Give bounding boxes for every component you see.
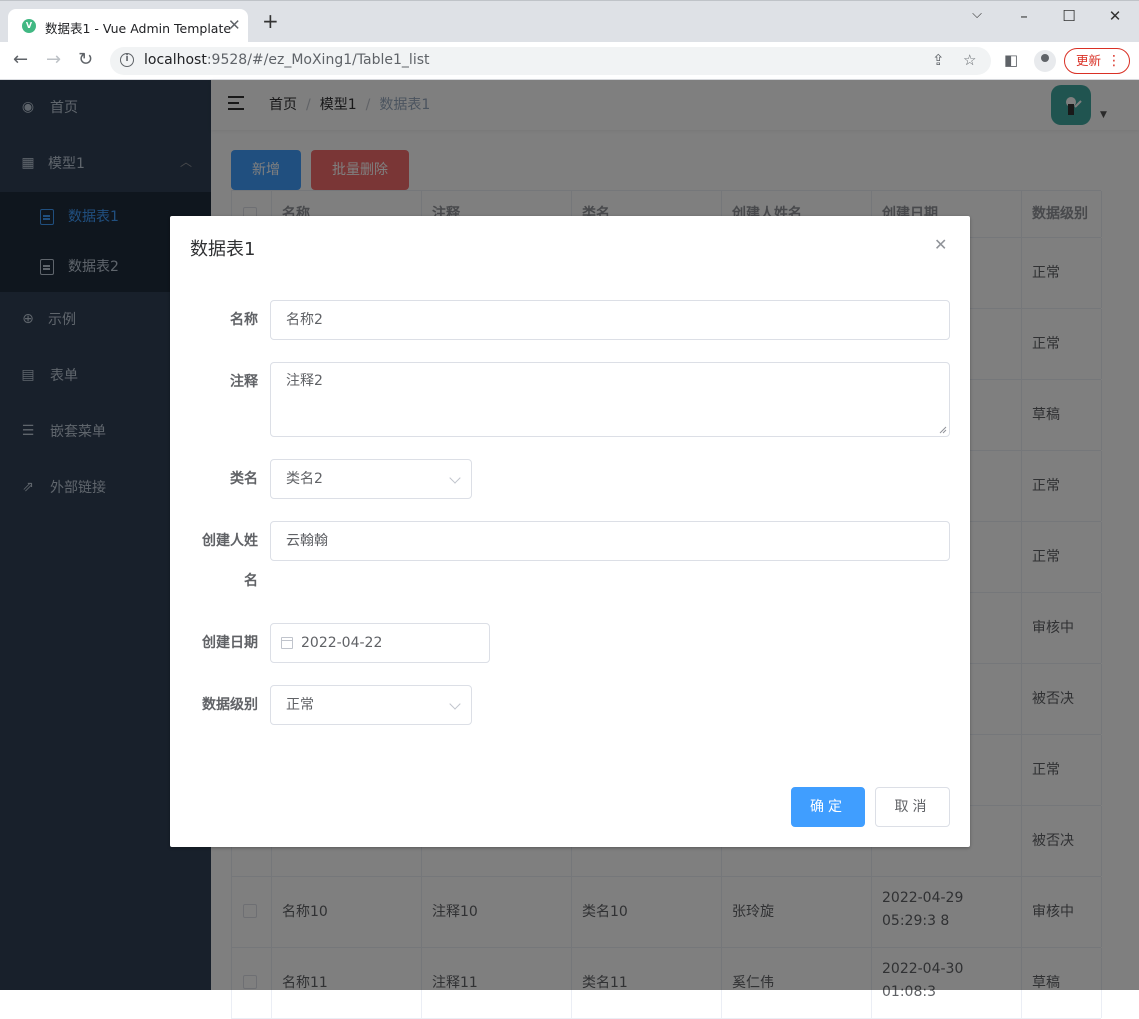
edit-dialog: 数据表1 ✕ 名称 名称2 注释 注释2 类名 类名2 创建人姓 名 云翰翰 创… — [170, 216, 970, 847]
date-label: 创建日期 — [202, 635, 258, 651]
class-select[interactable]: 类名2 — [270, 459, 472, 499]
share-icon[interactable]: ⇪ — [932, 51, 945, 69]
close-icon[interactable]: ✕ — [934, 235, 947, 254]
close-tab-icon[interactable]: ✕ — [228, 16, 241, 34]
update-button[interactable]: 更新 ⋮ — [1064, 48, 1130, 74]
creator-label-wrap: 名 — [244, 573, 258, 589]
minimize-icon[interactable]: – — [1009, 7, 1039, 27]
level-value: 正常 — [286, 697, 314, 713]
dialog-title: 数据表1 — [190, 239, 256, 260]
creator-label: 创建人姓 — [202, 533, 258, 549]
name-input[interactable]: 名称2 — [270, 300, 950, 340]
creator-input[interactable]: 云翰翰 — [270, 521, 950, 561]
maximize-icon[interactable]: ☐ — [1054, 7, 1084, 27]
level-label: 数据级别 — [202, 697, 258, 713]
forward-icon[interactable]: → — [46, 50, 61, 70]
chevron-down-icon — [449, 472, 461, 484]
star-icon[interactable]: ☆ — [963, 51, 976, 69]
name-label: 名称 — [230, 312, 258, 328]
address-bar: ← → ↻ i localhost:9528/#/ez_MoXing1/Tabl… — [0, 42, 1139, 80]
confirm-button[interactable]: 确定 — [791, 787, 865, 827]
url-path: :9528/#/ez_MoXing1/Table1_list — [206, 52, 430, 68]
chevron-down-icon — [449, 698, 461, 710]
comment-value: 注释2 — [286, 373, 323, 389]
comment-label: 注释 — [230, 374, 258, 390]
level-select[interactable]: 正常 — [270, 685, 472, 725]
cancel-button[interactable]: 取消 — [875, 787, 950, 827]
url-omnibox[interactable]: i localhost:9528/#/ez_MoXing1/Table1_lis… — [110, 47, 991, 75]
calendar-icon — [281, 637, 293, 649]
new-tab-icon[interactable]: + — [262, 11, 279, 31]
resize-handle-icon[interactable] — [939, 426, 947, 434]
class-label: 类名 — [230, 471, 258, 487]
comment-textarea[interactable]: 注释2 — [270, 362, 950, 437]
more-icon[interactable]: ⋮ — [1107, 49, 1121, 73]
back-icon[interactable]: ← — [13, 50, 28, 70]
close-window-icon[interactable]: ✕ — [1100, 7, 1130, 27]
browser-tab-bar: V 数据表1 - Vue Admin Template ✕ + ⌵ – ☐ ✕ — [0, 0, 1139, 43]
browser-tab-title: 数据表1 - Vue Admin Template — [45, 21, 232, 36]
browser-tab[interactable]: V 数据表1 - Vue Admin Template ✕ — [8, 9, 248, 43]
vue-favicon-icon: V — [22, 19, 36, 33]
info-icon[interactable]: i — [120, 53, 134, 67]
class-value: 类名2 — [286, 471, 323, 487]
profile-icon[interactable] — [1034, 50, 1056, 72]
url-text[interactable]: localhost:9528/#/ez_MoXing1/Table1_list — [144, 52, 430, 68]
chevron-down-icon[interactable]: ⌵ — [962, 7, 992, 27]
update-label: 更新 — [1076, 53, 1102, 68]
date-value: 2022-04-22 — [301, 635, 383, 651]
date-picker[interactable]: 2022-04-22 — [270, 623, 490, 663]
url-host: localhost — [144, 52, 207, 68]
side-panel-icon[interactable]: ◧ — [1004, 50, 1018, 70]
reload-icon[interactable]: ↻ — [78, 50, 93, 70]
